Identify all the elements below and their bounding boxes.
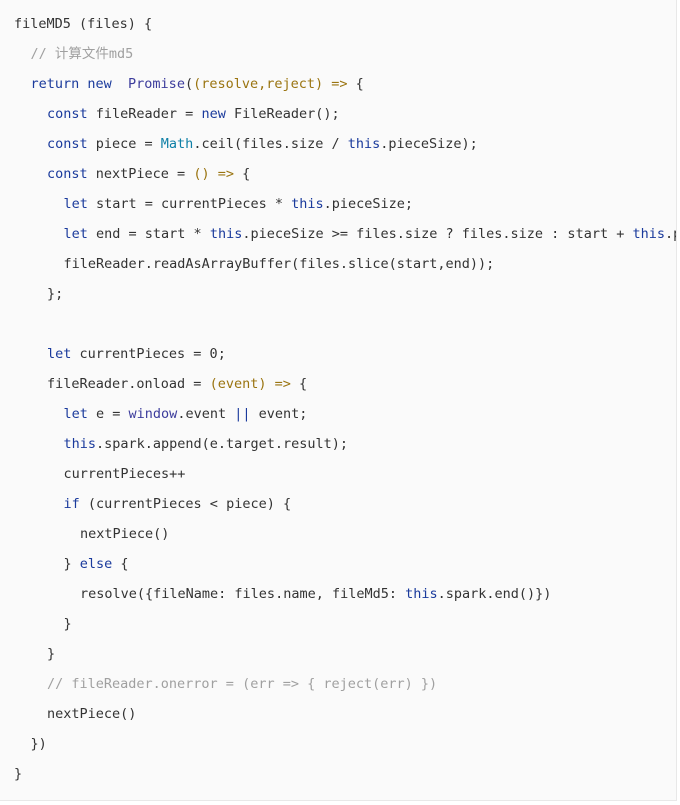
code-line: fileMD5 (files) { <box>14 9 152 39</box>
code-token: || <box>234 406 251 422</box>
code-line: let start = currentPieces * this.pieceSi… <box>64 189 414 219</box>
code-token: .pieceSize; <box>664 226 676 242</box>
code-token: else <box>79 556 113 572</box>
code-line: nextPiece() <box>47 699 136 729</box>
code-line: fileReader.onload = (event) => { <box>47 369 307 399</box>
code-token: .spark.end()}) <box>437 586 552 602</box>
code-token: this <box>63 436 97 452</box>
code-token: const <box>47 166 88 182</box>
code-token: nextPiece = <box>87 166 194 182</box>
code-token: Promise <box>128 76 185 92</box>
code-token: event; <box>250 406 308 422</box>
code-token: fileMD5 (files) { <box>14 16 153 32</box>
code-token: { <box>347 76 364 92</box>
code-token: this <box>347 136 381 152</box>
code-line: // fileReader.onerror = (err => { reject… <box>47 669 437 699</box>
code-token: start = currentPieces * <box>87 196 292 212</box>
code-token: (resolve,reject) => <box>193 76 348 92</box>
code-token: let <box>63 196 88 212</box>
code-token: fileReader = <box>87 106 202 122</box>
code-token: const <box>47 136 88 152</box>
code-token: this <box>209 226 243 242</box>
code-line: if (currentPieces < piece) { <box>64 489 292 519</box>
code-block: fileMD5 (files) { // 计算文件md5 return new Pr… <box>0 0 677 801</box>
code-token: { <box>290 376 308 392</box>
code-line: }; <box>47 279 63 309</box>
code-line: resolve({fileName: files.name, fileMd5: … <box>80 579 551 609</box>
code-token: let <box>47 346 72 362</box>
code-line: let e = window.event || event; <box>64 399 308 429</box>
code-token: return new <box>30 76 129 92</box>
code-token: this <box>632 226 665 242</box>
code-token: } <box>47 646 56 662</box>
code-token: resolve({fileName: files.name, fileMd5: <box>80 586 406 602</box>
code-token: }) <box>30 736 47 752</box>
code-token: .pieceSize >= files.size ? files.size : … <box>242 226 633 242</box>
code-token: if <box>63 496 80 512</box>
code-line: return new Promise((resolve,reject) => { <box>31 69 364 99</box>
code-line: } <box>64 609 72 639</box>
code-line: const piece = Math.ceil(files.size / thi… <box>47 129 478 159</box>
code-line: let currentPieces = 0; <box>47 339 226 369</box>
code-line: const fileReader = new FileReader(); <box>47 99 340 129</box>
code-token: FileReader(); <box>225 106 340 122</box>
code-line: nextPiece() <box>80 519 169 549</box>
code-token: }; <box>47 286 64 302</box>
code-token: let <box>63 226 88 242</box>
code-token: (currentPieces < piece) { <box>79 496 292 512</box>
code-token: { <box>112 556 129 572</box>
code-line: // 计算文件md5 <box>31 39 134 69</box>
code-token: this <box>405 586 438 602</box>
code-token: currentPieces = 0; <box>71 346 226 362</box>
code-token: } <box>63 556 80 572</box>
code-line: }) <box>31 729 47 759</box>
code-token: e = <box>87 406 129 422</box>
code-token: (event) => <box>209 376 291 392</box>
code-token: piece = <box>87 136 161 152</box>
code-token: fileReader.onload = <box>47 376 210 392</box>
code-token: } <box>63 616 72 632</box>
code-line: currentPieces++ <box>64 459 186 489</box>
code-line: } else { <box>64 549 129 579</box>
code-token: this <box>291 196 324 212</box>
code-token: nextPiece() <box>47 706 137 722</box>
code-token: currentPieces++ <box>63 466 186 482</box>
code-token: window <box>128 406 178 422</box>
code-line: } <box>47 639 55 669</box>
code-token: Math <box>160 136 194 152</box>
code-token: // 计算文件md5 <box>30 46 134 62</box>
code-token: new <box>201 106 226 122</box>
code-line: const nextPiece = () => { <box>47 159 250 189</box>
code-token: .event <box>177 406 235 422</box>
code-token: const <box>47 106 88 122</box>
code-line: let end = start * this.pieceSize >= file… <box>63 219 677 249</box>
code-token: .spark.append(e.target.result); <box>96 436 348 452</box>
code-token: .pieceSize); <box>380 136 478 152</box>
code-token: // fileReader.onerror = (err => { reject… <box>47 676 438 692</box>
code-token: .ceil(files.size / <box>193 136 348 152</box>
code-token: { <box>233 166 251 182</box>
code-token: nextPiece() <box>80 526 170 542</box>
code-token: () => <box>193 166 234 182</box>
code-token: let <box>63 406 88 422</box>
code-line: } <box>14 759 22 789</box>
code-line: this.spark.append(e.target.result); <box>64 429 348 459</box>
code-token: end = start * <box>87 226 210 242</box>
code-token: .pieceSize; <box>323 196 414 212</box>
code-line: fileReader.readAsArrayBuffer(files.slice… <box>64 249 495 279</box>
code-token: ( <box>184 76 194 92</box>
code-token: } <box>14 766 23 782</box>
code-token: fileReader.readAsArrayBuffer(files.slice… <box>63 256 495 272</box>
